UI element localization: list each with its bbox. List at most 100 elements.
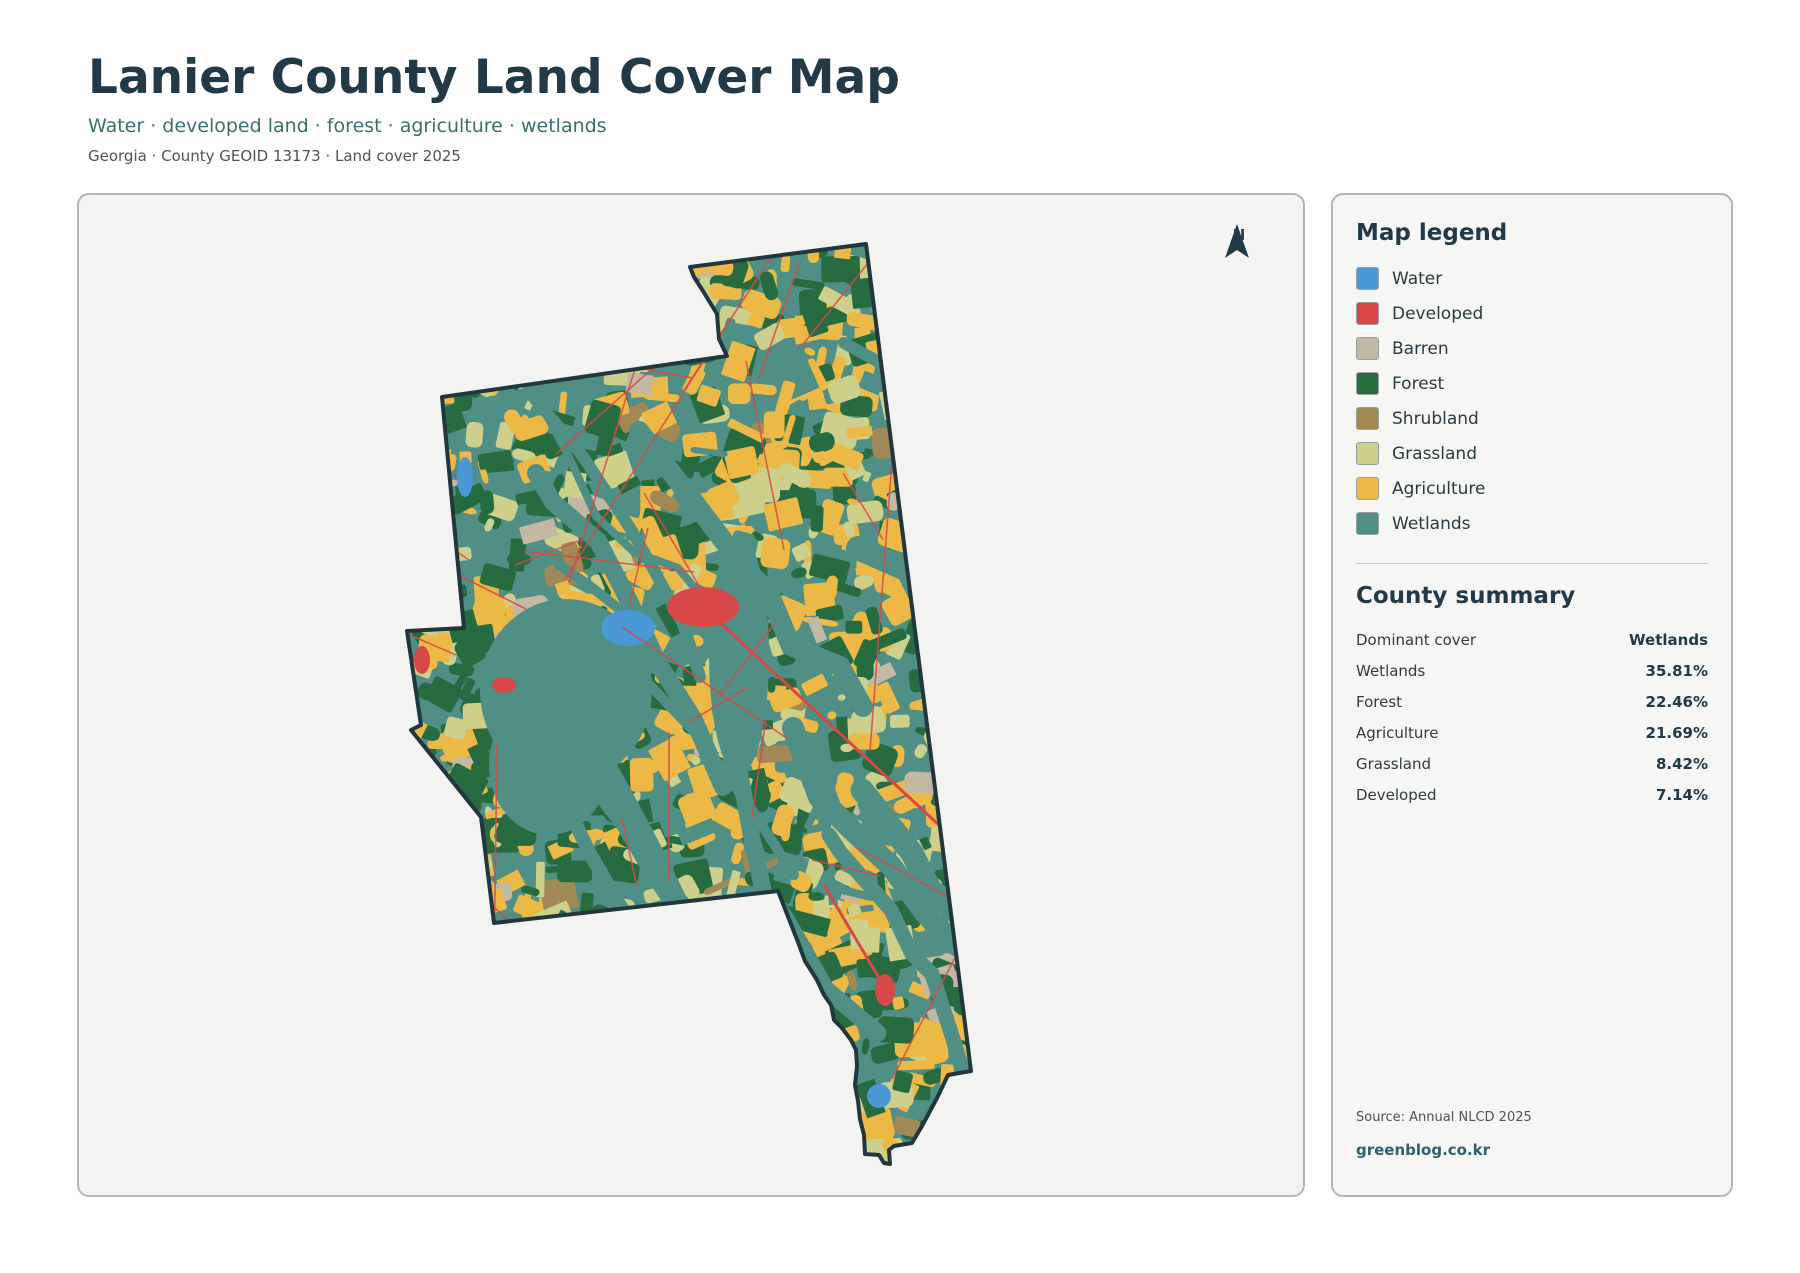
patch-forest (941, 757, 964, 769)
patch-agriculture (605, 992, 644, 1031)
patch-agriculture (638, 918, 683, 960)
patch-forest (569, 1129, 598, 1164)
patch-grassland (416, 1148, 432, 1164)
patch-forest (978, 554, 1000, 570)
patch-agriculture (965, 969, 971, 991)
patch-forest (435, 872, 465, 886)
patch-agriculture (648, 1020, 678, 1053)
patch-wetlands (944, 836, 971, 859)
patch-forest (953, 1091, 971, 1123)
patch-forest (970, 399, 971, 425)
patch-agriculture (481, 937, 508, 967)
patch-agriculture (972, 362, 1011, 403)
patch-forest (963, 334, 971, 362)
patch-forest (490, 353, 520, 380)
patch-forest (845, 620, 863, 634)
patch-forest (959, 328, 971, 353)
patch-grassland (530, 967, 551, 1001)
patch-wetlands (811, 1163, 836, 1164)
patch-forest (608, 963, 651, 996)
patch-agriculture (963, 381, 971, 401)
patch-forest (409, 975, 433, 992)
patch-agriculture (983, 281, 1000, 308)
patch-grassland (745, 1156, 780, 1164)
patch-grassland (677, 1057, 699, 1076)
patch-agriculture (410, 882, 429, 910)
patch-forest (972, 601, 988, 618)
patch-agriculture (939, 250, 956, 265)
patch-agriculture (763, 411, 785, 439)
patch-agriculture (927, 450, 965, 489)
patch-forest (483, 1163, 518, 1189)
patch-grassland (456, 977, 478, 999)
patch-agriculture (432, 784, 457, 807)
patch-agriculture (493, 1070, 508, 1082)
patch-forest (611, 1065, 651, 1097)
patch-forest (723, 1045, 745, 1066)
summary-row: Developed 7.14% (1356, 785, 1708, 804)
patch-wetlands (935, 615, 955, 638)
patch-forest (517, 1052, 534, 1064)
patch-agriculture (510, 259, 527, 276)
patch-agriculture (499, 275, 526, 310)
patch-grassland (508, 1047, 529, 1058)
patch-agriculture (444, 1085, 459, 1116)
patch-agriculture (956, 512, 971, 547)
patch-agriculture (785, 1085, 804, 1105)
land-cover-map[interactable] (79, 195, 1303, 1195)
patch-shrubland (452, 1126, 497, 1164)
patch-agriculture (566, 932, 610, 974)
patch-forest (958, 624, 971, 648)
patch-grassland (965, 867, 971, 897)
patch-grassland (677, 1129, 690, 1152)
patch-forest (976, 963, 1001, 999)
patch-forest (449, 977, 472, 1008)
patch-forest (659, 247, 682, 268)
patch-agriculture (538, 369, 559, 379)
brand-link[interactable]: greenblog.co.kr (1356, 1141, 1490, 1159)
patch-forest (507, 1028, 552, 1065)
patch-shrubland (950, 496, 971, 522)
patch-forest (956, 417, 971, 446)
patch-forest (875, 278, 883, 286)
patch-grassland (465, 421, 484, 448)
patch-forest (641, 316, 662, 334)
patch-agriculture (917, 526, 950, 559)
patch-grassland (407, 514, 408, 549)
patch-wetlands (522, 332, 558, 358)
patch-wetlands (637, 996, 657, 1028)
patch-agriculture (953, 733, 971, 766)
patch-forest (629, 964, 646, 985)
patch-agriculture (960, 425, 971, 458)
patch-agriculture (593, 318, 605, 336)
patch-grassland (638, 1092, 682, 1132)
patch-forest (812, 1121, 832, 1150)
patch-forest (936, 1172, 958, 1195)
patch-shrubland (560, 262, 590, 295)
patch-forest (631, 994, 662, 1007)
patch-grassland (629, 1070, 670, 1106)
patch-forest (981, 1166, 992, 1185)
patch-wetlands (717, 1018, 741, 1041)
patch-grassland (513, 1006, 540, 1038)
patch-grassland (435, 584, 461, 603)
patch-agriculture (958, 481, 971, 501)
patch-forest (925, 399, 953, 416)
patch-agriculture (579, 301, 591, 317)
patch-shrubland (970, 354, 1011, 384)
patch-forest (958, 273, 971, 305)
patch-forest (689, 1025, 724, 1037)
patch-agriculture (519, 1064, 561, 1100)
patch-agriculture (983, 1004, 1017, 1018)
patch-agriculture (504, 1098, 529, 1130)
patch-forest (430, 558, 449, 595)
road (552, 244, 797, 248)
patch-forest (628, 1012, 653, 1048)
legend-swatch (1356, 372, 1379, 395)
map-panel[interactable]: N (77, 193, 1305, 1197)
patch-forest (746, 1025, 776, 1049)
patch-forest (662, 1131, 674, 1144)
patch-wetlands (571, 244, 604, 260)
patch-agriculture (606, 299, 622, 333)
legend-swatch (1356, 267, 1379, 290)
